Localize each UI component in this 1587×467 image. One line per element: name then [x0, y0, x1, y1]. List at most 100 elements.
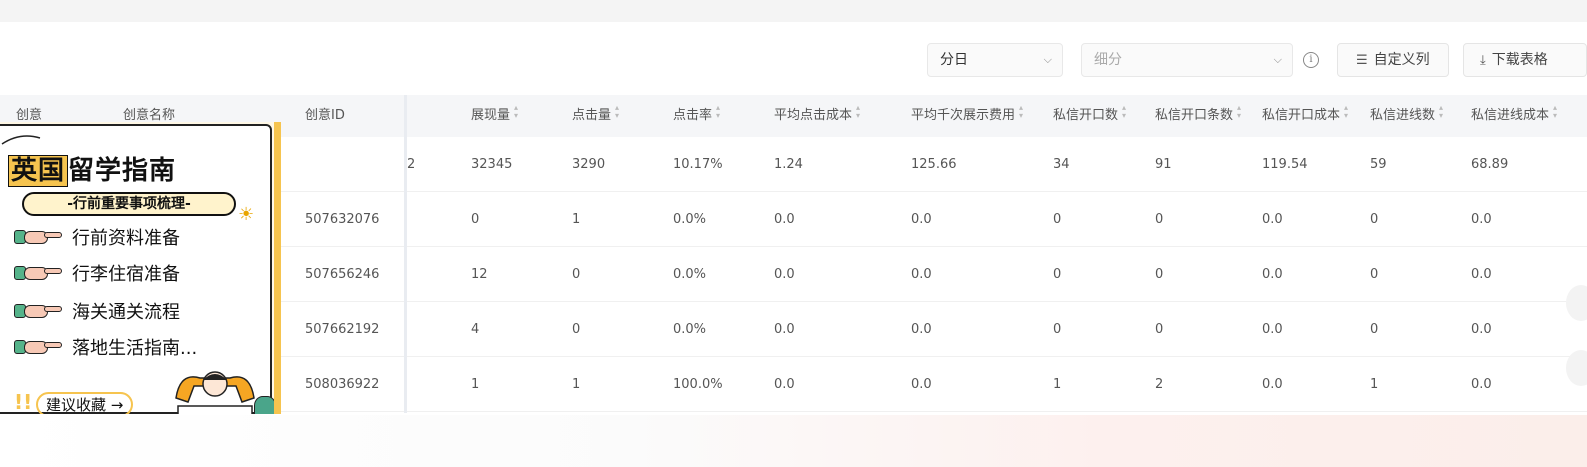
cell-dm-lead-cost: 0.0 [1471, 322, 1492, 337]
col-dm-lead-cost[interactable]: 私信进线成本▴ ▾ [1471, 95, 1557, 137]
col-avg-cpm[interactable]: 平均千次展示费用▴ ▾ [911, 95, 1023, 137]
cell-avg-cpc: 0.0 [774, 377, 795, 392]
cell-clicks: 0 [572, 267, 581, 282]
cell-dm-open-cost: 119.54 [1262, 157, 1308, 172]
cell-dm-open-cost: 0.0 [1262, 267, 1283, 282]
cell-clicks: 3290 [572, 157, 606, 172]
cell-dm-opens: 0 [1053, 267, 1062, 282]
cell-dm-opens: 34 [1053, 157, 1070, 172]
sort-icon[interactable]: ▴ ▾ [1237, 104, 1241, 120]
custom-columns-button[interactable]: ☰ 自定义列 [1337, 43, 1449, 77]
col-label: 私信进线数 [1370, 108, 1436, 123]
cell-avg-cpm: 0.0 [911, 267, 932, 282]
poster-item-label: 海关通关流程 [72, 302, 180, 323]
col-label: 私信开口条数 [1155, 108, 1234, 123]
cell-dm-open-msgs: 2 [1155, 377, 1164, 392]
top-strip [0, 0, 1587, 22]
poster-item-label: 行李住宿准备 [72, 264, 180, 285]
lightbulb-icon: ☀ [238, 204, 255, 225]
period-select-value: 分日 [940, 52, 968, 68]
cell-dm-opens: 1 [1053, 377, 1062, 392]
poster-list-item: 海关通关流程 [14, 298, 180, 328]
col-dm-opens[interactable]: 私信开口数▴ ▾ [1053, 95, 1126, 137]
col-label: 私信开口数 [1053, 108, 1119, 123]
poster-list-item: 行前资料准备 [14, 224, 180, 254]
col-ctr[interactable]: 点击率▴ ▾ [673, 95, 720, 137]
period-select[interactable]: 分日 ⌵ [927, 43, 1063, 77]
cell-dm-open-msgs: 91 [1155, 157, 1172, 172]
pointing-hand-icon [14, 338, 62, 356]
cell-impressions: 0 [471, 212, 480, 227]
cell-dm-open-cost: 0.0 [1262, 212, 1283, 227]
download-icon: ⤓ [1480, 53, 1486, 68]
person-illustration [175, 371, 255, 414]
cell-dm-leads: 59 [1370, 157, 1387, 172]
cell-impressions: 1 [471, 377, 480, 392]
sort-icon[interactable]: ▴ ▾ [1019, 104, 1023, 120]
col-impressions[interactable]: 展现量▴ ▾ [471, 95, 518, 137]
cell-dm-open-cost: 0.0 [1262, 377, 1283, 392]
cell-avg-cpc: 1.24 [774, 157, 803, 172]
cell-dm-leads: 0 [1370, 212, 1379, 227]
cell-avg-cpm: 125.66 [911, 157, 957, 172]
cell-creative-id: 507662192 [305, 322, 380, 337]
col-label: 平均千次展示费用 [911, 108, 1016, 123]
sort-icon[interactable]: ▴ ▾ [1122, 104, 1126, 120]
sort-icon[interactable]: ▴ ▾ [716, 104, 720, 120]
cell-id-fragment: 2 [407, 157, 416, 172]
col-creative-id: 创意ID [305, 108, 345, 123]
frozen-column-divider [404, 95, 407, 413]
plant-icon [254, 396, 274, 414]
cell-dm-opens: 0 [1053, 322, 1062, 337]
cell-dm-leads: 1 [1370, 377, 1379, 392]
cell-ctr: 0.0% [673, 212, 707, 227]
col-label: 点击率 [673, 108, 713, 123]
cell-dm-lead-cost: 68.89 [1471, 157, 1509, 172]
col-dm-open-msgs[interactable]: 私信开口条数▴ ▾ [1155, 95, 1241, 137]
cell-impressions: 32345 [471, 157, 513, 172]
download-table-button[interactable]: ⤓ 下载表格 [1463, 43, 1587, 77]
cell-creative-id: 507656246 [305, 267, 380, 282]
cell-dm-open-msgs: 0 [1155, 322, 1164, 337]
info-icon[interactable]: i [1303, 52, 1319, 68]
cell-dm-leads: 0 [1370, 267, 1379, 282]
cell-ctr: 0.0% [673, 267, 707, 282]
poster-title: 英国 留学指南 [8, 150, 176, 187]
poster-list-item: 落地生活指南... [14, 334, 197, 364]
sort-icon[interactable]: ▴ ▾ [1553, 104, 1557, 120]
col-dm-leads[interactable]: 私信进线数▴ ▾ [1370, 95, 1443, 137]
sort-icon[interactable]: ▴ ▾ [1344, 104, 1348, 120]
sort-icon[interactable]: ▴ ▾ [514, 104, 518, 120]
breakdown-select[interactable]: 细分 ⌵ [1081, 43, 1293, 77]
col-label: 点击量 [572, 108, 612, 123]
poster-subtitle: -行前重要事项梳理- [22, 192, 236, 216]
poster-card: 英国 留学指南 -行前重要事项梳理- ☀ 行前资料准备 行李住宿准备 海关通关流程… [0, 124, 274, 414]
col-clicks[interactable]: 点击量▴ ▾ [572, 95, 619, 137]
pointing-hand-icon [14, 264, 62, 282]
pointing-hand-icon [14, 228, 62, 246]
cell-avg-cpc: 0.0 [774, 267, 795, 282]
cell-creative-id: 508036922 [305, 377, 380, 392]
col-label: 平均点击成本 [774, 108, 853, 123]
cell-dm-opens: 0 [1053, 212, 1062, 227]
cell-clicks: 1 [572, 212, 581, 227]
poster-list-item: 行李住宿准备 [14, 260, 180, 290]
col-label: 展现量 [471, 108, 511, 123]
sort-icon[interactable]: ▴ ▾ [1439, 104, 1443, 120]
sort-icon[interactable]: ▴ ▾ [615, 104, 619, 120]
cell-avg-cpm: 0.0 [911, 212, 932, 227]
cell-dm-open-msgs: 0 [1155, 267, 1164, 282]
cell-dm-open-cost: 0.0 [1262, 322, 1283, 337]
cell-avg-cpc: 0.0 [774, 322, 795, 337]
sort-icon[interactable]: ▴ ▾ [856, 104, 860, 120]
poster-cta-text: 建议收藏 → [36, 392, 134, 414]
col-avg-cpc[interactable]: 平均点击成本▴ ▾ [774, 95, 860, 137]
custom-columns-label: 自定义列 [1373, 52, 1430, 68]
col-dm-open-cost[interactable]: 私信开口成本▴ ▾ [1262, 95, 1348, 137]
cell-creative-id: 507632076 [305, 212, 380, 227]
download-label: 下载表格 [1491, 52, 1548, 68]
cell-ctr: 10.17% [673, 157, 723, 172]
cell-ctr: 100.0% [673, 377, 723, 392]
chevron-down-icon: ⌵ [1043, 53, 1052, 66]
breakdown-placeholder: 细分 [1094, 52, 1122, 68]
